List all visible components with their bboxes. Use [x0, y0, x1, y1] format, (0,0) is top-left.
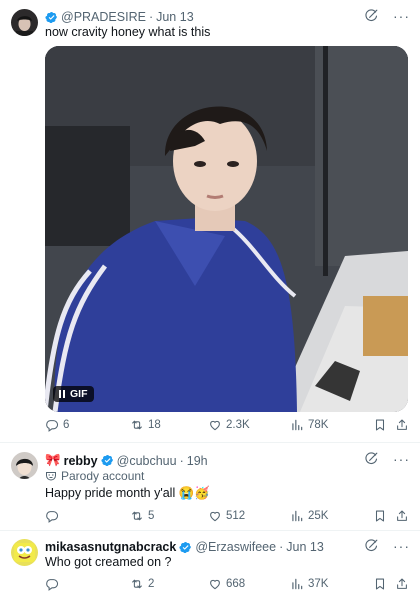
verified-badge-icon [179, 541, 192, 554]
tweet-text: now cravity honey what is this [45, 25, 211, 39]
parody-text: Parody account [61, 469, 145, 483]
tweet-3[interactable]: mikasasnutgnabcrack @Erzaswifeee · Jun 1… [0, 531, 420, 599]
tweet-date[interactable]: 19h [187, 454, 208, 468]
author-handle[interactable]: @Erzaswifeee [195, 540, 276, 554]
bookmark-icon [373, 577, 387, 591]
avatar[interactable] [11, 539, 38, 566]
reply-button[interactable]: 6 [45, 418, 69, 432]
author-name[interactable]: mikasasnutgnabcrack [45, 540, 176, 554]
share-icon [395, 509, 409, 523]
grok-icon[interactable] [364, 451, 379, 466]
views-icon [290, 509, 304, 523]
gif-badge[interactable]: GIF [53, 386, 94, 402]
verified-badge-icon [45, 11, 58, 24]
gif-label: GIF [70, 388, 88, 400]
avatar[interactable] [11, 9, 38, 36]
bookmark-button[interactable] [373, 509, 387, 523]
retweet-count: 18 [148, 419, 161, 431]
tweet-2[interactable]: 🎀 rebby @cubchuu · 19h ··· Parody accoun… [0, 443, 420, 530]
heart-icon [208, 418, 222, 432]
pause-icon[interactable] [59, 390, 65, 398]
view-count: 25K [308, 510, 329, 522]
retweet-button[interactable]: 2 [130, 577, 154, 591]
share-button[interactable] [395, 509, 409, 523]
retweet-icon [130, 418, 144, 432]
retweet-button[interactable]: 5 [130, 509, 154, 523]
more-options-icon[interactable]: ··· [393, 539, 410, 553]
like-button[interactable]: 2.3K [208, 418, 250, 432]
parody-mask-icon [46, 472, 56, 481]
reply-icon [45, 509, 59, 523]
tweet-date[interactable]: Jun 13 [156, 10, 194, 24]
retweet-count: 5 [148, 510, 155, 522]
bookmark-button[interactable] [373, 577, 387, 591]
like-count: 668 [226, 578, 246, 590]
reply-button[interactable] [45, 577, 59, 591]
author-name[interactable]: rebby [64, 454, 98, 468]
retweet-icon [130, 509, 144, 523]
retweet-icon [130, 577, 144, 591]
separator-dot: · [179, 453, 184, 468]
verified-badge-icon [101, 454, 114, 467]
like-count: 512 [226, 510, 246, 522]
like-button[interactable]: 512 [208, 509, 245, 523]
tweet-1[interactable]: @PRADESIRE · Jun 13 ··· now cravity hone… [0, 0, 420, 440]
view-count: 37K [308, 578, 329, 590]
views-button[interactable]: 37K [290, 577, 328, 591]
views-icon [290, 418, 304, 432]
views-button[interactable]: 78K [290, 418, 328, 432]
retweet-button[interactable]: 18 [130, 418, 161, 432]
share-icon [395, 418, 409, 432]
heart-icon [208, 577, 222, 591]
like-count: 2.3K [226, 419, 250, 431]
reply-button[interactable] [45, 509, 59, 523]
separator-dot: · [148, 10, 154, 24]
separator-dot: · [279, 540, 284, 554]
share-button[interactable] [395, 577, 409, 591]
author-handle[interactable]: @cubchuu [117, 454, 177, 468]
avatar[interactable] [11, 452, 38, 479]
like-button[interactable]: 668 [208, 577, 245, 591]
bookmark-button[interactable] [373, 418, 387, 432]
share-button[interactable] [395, 418, 409, 432]
tweet-text: Happy pride month y'all 😭🥳 [45, 486, 210, 500]
grok-icon[interactable] [364, 8, 379, 23]
more-options-icon[interactable]: ··· [393, 452, 410, 466]
name-emoji: 🎀 [45, 453, 61, 467]
reply-icon [45, 577, 59, 591]
author-handle[interactable]: @PRADESIRE [61, 10, 146, 24]
more-options-icon[interactable]: ··· [393, 9, 410, 23]
retweet-count: 2 [148, 578, 155, 590]
view-count: 78K [308, 419, 329, 431]
tweet-date[interactable]: Jun 13 [286, 540, 324, 554]
parody-label: Parody account [45, 469, 144, 483]
heart-icon [208, 509, 222, 523]
grok-icon[interactable] [364, 538, 379, 553]
bookmark-icon [373, 418, 387, 432]
reply-icon [45, 418, 59, 432]
views-icon [290, 577, 304, 591]
reply-count: 6 [63, 419, 70, 431]
bookmark-icon [373, 509, 387, 523]
tweet-text: Who got creamed on ? [45, 555, 172, 569]
views-button[interactable]: 25K [290, 509, 328, 523]
gif-frame [45, 46, 408, 412]
share-icon [395, 577, 409, 591]
tweet-media-gif[interactable]: GIF [45, 46, 408, 412]
